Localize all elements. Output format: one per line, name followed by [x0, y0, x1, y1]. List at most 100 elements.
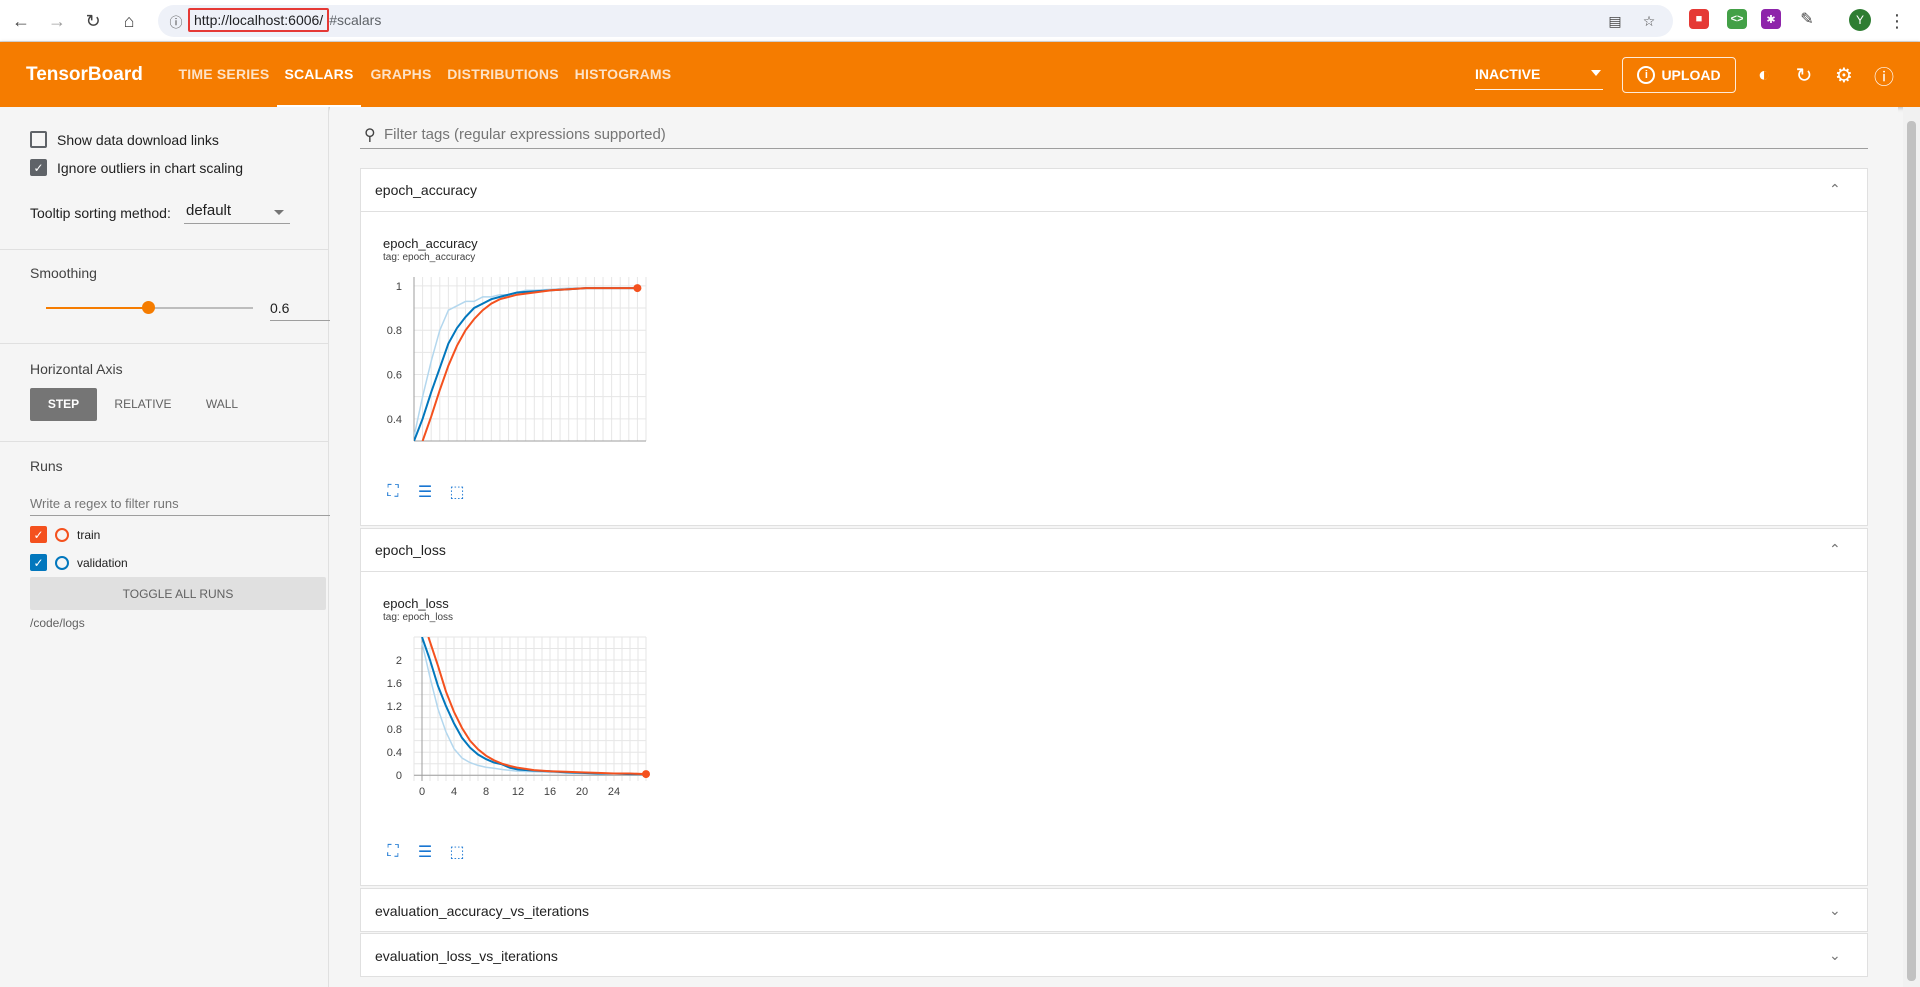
refresh-icon[interactable]: ↻ [1792, 63, 1816, 87]
accuracy-chart[interactable]: 024681012141618202224260.40.60.81 [361, 264, 661, 444]
section-title: evaluation_loss_vs_iterations [375, 948, 558, 964]
x-tick-label: 0 [419, 786, 425, 798]
url-path: #scalars [329, 12, 382, 28]
browser-menu-icon[interactable]: ⋮ [1882, 6, 1912, 36]
chevron-up-icon[interactable]: ⌃ [1829, 181, 1841, 197]
back-icon[interactable]: ← [6, 6, 36, 36]
chevron-down-icon[interactable]: ⌄ [1829, 902, 1841, 918]
series-line [427, 637, 646, 776]
smoothing-title: Smoothing [30, 265, 97, 281]
address-bar[interactable]: ⓘ http://localhost:6006/#scalars ▤ ☆ [158, 5, 1673, 37]
extensions-puzzle-icon[interactable]: ✎ [1797, 9, 1817, 29]
fit-domain-icon[interactable]: ⬚ [447, 482, 467, 502]
run-item-train[interactable]: ✓ train [30, 526, 100, 543]
tab-histograms[interactable]: HISTOGRAMS [570, 42, 676, 107]
axis-relative-button[interactable]: RELATIVE [106, 388, 180, 421]
help-icon[interactable]: ⓘ [1872, 63, 1896, 89]
section-header[interactable]: epoch_accuracy ⌃ [361, 169, 1867, 212]
run-color-circle-icon[interactable] [55, 555, 69, 570]
checkbox-empty-icon[interactable] [30, 131, 47, 148]
section-card-collapsed[interactable]: evaluation_accuracy_vs_iterations ⌄ [360, 888, 1868, 932]
x-tick-label: 24 [608, 786, 620, 798]
run-checkbox-checked-icon[interactable]: ✓ [30, 526, 47, 543]
series-end-point [642, 770, 650, 779]
loss-chart[interactable]: 0 4 8 12 16 20 24 0 0.4 0.8 1.2 1.6 2 [361, 624, 661, 804]
y-tick-label: 1 [396, 281, 402, 293]
ignore-outliers-checkbox[interactable]: ✓ Ignore outliers in chart scaling [30, 159, 243, 176]
axis-wall-button[interactable]: WALL [190, 388, 254, 421]
fullscreen-icon[interactable]: ⛶ [383, 482, 403, 502]
y-tick-label: 0.4 [387, 414, 402, 426]
bookmark-star-icon[interactable]: ☆ [1638, 11, 1660, 31]
tab-time-series[interactable]: TIME SERIES [176, 42, 272, 107]
chevron-up-icon[interactable]: ⌃ [1829, 541, 1841, 557]
divider [0, 249, 329, 250]
settings-gear-icon[interactable]: ⚙ [1832, 63, 1856, 87]
run-checkbox-checked-icon[interactable]: ✓ [30, 554, 47, 571]
y-tick-label: 0.4 [387, 747, 402, 759]
section-card-collapsed[interactable]: evaluation_loss_vs_iterations ⌄ [360, 933, 1868, 977]
horizontal-axis-title: Horizontal Axis [30, 361, 123, 377]
forward-icon[interactable]: → [42, 6, 72, 36]
home-icon[interactable]: ⌂ [114, 6, 144, 36]
tag-filter-placeholder: Filter tags (regular expressions support… [384, 126, 666, 143]
show-download-links-checkbox[interactable]: Show data download links [30, 131, 219, 148]
toggle-all-runs-button[interactable]: TOGGLE ALL RUNS [30, 577, 326, 610]
x-tick-label: 8 [483, 786, 489, 798]
axis-step-button[interactable]: STEP [30, 388, 97, 421]
divider [0, 343, 329, 344]
tag-filter-input[interactable]: ⚲ Filter tags (regular expressions suppo… [360, 119, 1868, 149]
smoothing-slider[interactable] [46, 301, 253, 314]
reload-icon[interactable]: ↻ [78, 6, 108, 36]
runs-title: Runs [30, 458, 63, 474]
y-tick-label: 2 [396, 655, 402, 667]
chart-tag: tag: epoch_loss [383, 612, 454, 623]
tooltip-sort-select[interactable]: default [184, 198, 290, 224]
plugin-select[interactable]: INACTIVE [1475, 60, 1603, 90]
chevron-down-icon[interactable]: ⌄ [1829, 947, 1841, 963]
translate-icon[interactable]: ▤ [1604, 11, 1626, 31]
smoothing-input[interactable]: 0.6 [270, 297, 330, 321]
divider [0, 441, 329, 442]
upload-label: UPLOAD [1661, 67, 1721, 83]
section-title: evaluation_accuracy_vs_iterations [375, 903, 590, 919]
chart-title: epoch_loss [383, 596, 449, 611]
tab-scalars[interactable]: SCALARS [277, 42, 361, 107]
y-tick-label: 0.6 [387, 370, 402, 382]
upload-button[interactable]: i UPLOAD [1622, 57, 1736, 93]
fullscreen-icon[interactable]: ⛶ [383, 842, 403, 862]
runs-filter-input[interactable]: Write a regex to filter runs [30, 490, 330, 516]
info-icon: i [1637, 66, 1656, 84]
slider-thumb[interactable] [141, 301, 155, 314]
data-table-icon[interactable]: ☰ [415, 482, 435, 502]
run-item-validation[interactable]: ✓ validation [30, 554, 128, 571]
run-color-circle-icon[interactable] [55, 527, 69, 542]
run-label: train [77, 527, 101, 542]
fit-domain-icon[interactable]: ⬚ [447, 842, 467, 862]
profile-avatar[interactable]: Y [1849, 9, 1871, 31]
tooltip-sort-value: default [186, 202, 232, 219]
section-card: epoch_loss ⌃ epoch_loss tag: epoch_loss … [360, 528, 1868, 886]
extension-code-icon[interactable]: <> [1727, 9, 1747, 29]
scrollbar[interactable] [1903, 107, 1920, 987]
section-card: epoch_accuracy ⌃ epoch_accuracy tag: epo… [360, 168, 1868, 526]
extension-red-icon[interactable]: ■ [1689, 9, 1709, 29]
tooltip-sort-label: Tooltip sorting method: [30, 205, 171, 221]
site-info-icon[interactable]: ⓘ [166, 11, 186, 31]
plugin-select-value: INACTIVE [1475, 66, 1541, 82]
section-title: epoch_loss [375, 542, 446, 558]
browser-toolbar: ← → ↻ ⌂ ⓘ http://localhost:6006/#scalars… [0, 0, 1920, 42]
tab-graphs[interactable]: GRAPHS [366, 42, 436, 107]
dropdown-caret-icon [1591, 70, 1601, 76]
extension-brain-icon[interactable]: ✱ [1761, 9, 1781, 29]
url-host: http://localhost:6006/ [188, 8, 330, 32]
scrollbar-thumb[interactable] [1907, 121, 1916, 981]
chart-title: epoch_accuracy [383, 236, 478, 251]
data-table-icon[interactable]: ☰ [415, 842, 435, 862]
checkbox-label: Show data download links [57, 131, 219, 148]
tab-distributions[interactable]: DISTRIBUTIONS [446, 42, 560, 107]
section-header[interactable]: epoch_loss ⌃ [361, 529, 1867, 572]
checkbox-checked-icon[interactable]: ✓ [30, 159, 47, 176]
run-label: validation [77, 555, 128, 570]
theme-toggle-icon[interactable]: ◐ [1752, 63, 1776, 87]
